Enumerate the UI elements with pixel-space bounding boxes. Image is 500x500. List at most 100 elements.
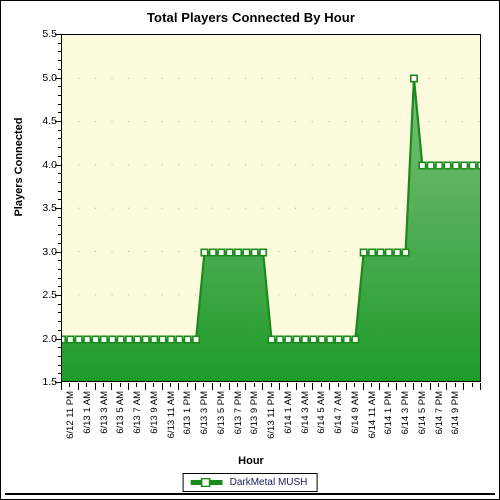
x-axis-minor-tick	[203, 383, 205, 387]
y-axis-tick-label: 5.0	[42, 71, 57, 84]
x-axis-tick	[245, 383, 247, 390]
data-point	[376, 248, 385, 257]
x-axis-tick-label: 6/14 3 PM	[400, 391, 412, 435]
data-point	[83, 335, 92, 344]
x-axis-minor-tick	[354, 383, 356, 387]
x-axis-tick-label: 6/13 3 PM	[199, 391, 211, 435]
data-point	[99, 335, 108, 344]
data-point	[309, 335, 318, 344]
x-axis-tick	[77, 383, 79, 390]
y-axis-tick-label: 3.5	[42, 202, 57, 214]
x-axis-minor-tick	[337, 383, 339, 387]
data-series-darkmetal-mush	[62, 74, 480, 381]
data-point	[284, 335, 293, 344]
x-axis-minor-tick	[86, 383, 88, 387]
x-axis-minor-tick	[186, 383, 188, 387]
data-point	[242, 248, 251, 257]
data-point	[108, 335, 117, 344]
y-axis-tick-label: 2.5	[42, 289, 57, 301]
x-axis-tick-label: 6/14 7 PM	[433, 391, 445, 435]
x-axis-tick	[480, 383, 481, 390]
x-axis-tick	[278, 383, 280, 390]
plot-area	[61, 34, 481, 382]
x-axis-tick	[111, 383, 113, 390]
x-axis-minor-tick	[387, 383, 389, 387]
x-axis-tick-label: 6/12 11 PM	[65, 391, 76, 439]
y-axis-tick-label: 4.5	[42, 115, 57, 127]
data-point	[125, 335, 134, 344]
data-point	[351, 335, 360, 344]
data-point	[116, 335, 125, 344]
data-point	[158, 335, 167, 344]
x-axis-minor-tick	[471, 383, 473, 387]
x-axis-minor-tick	[253, 383, 255, 387]
y-axis-tick-label: 1.5	[42, 376, 57, 388]
data-point	[435, 161, 444, 170]
x-axis-tick	[161, 383, 163, 390]
x-axis-minor-tick	[438, 383, 440, 387]
x-axis-tick-label: 6/14 9 AM	[349, 391, 361, 434]
x-axis-tick	[345, 383, 347, 390]
legend-label: DarkMetal MUSH	[229, 477, 308, 488]
y-axis-tick-label: 2.0	[42, 332, 57, 345]
x-axis-minor-tick	[421, 383, 423, 387]
x-axis-tick-labels: 6/12 11 PM 6/13 1 AM 6/13 3 AM 6/13 5 AM 6/1…	[61, 391, 482, 453]
data-point	[267, 335, 276, 344]
x-axis-tick-label: 6/14 7 AM	[333, 391, 345, 434]
x-axis-tick	[362, 383, 364, 390]
x-axis-tick	[379, 383, 381, 390]
data-point	[451, 161, 460, 170]
data-point	[183, 335, 192, 344]
data-point	[401, 248, 410, 257]
x-axis-minor-tick	[287, 383, 289, 387]
x-axis-tick	[446, 383, 448, 390]
y-axis-tick-label: 3.0	[42, 245, 57, 258]
x-axis-minor-tick	[371, 383, 373, 387]
data-point	[359, 248, 368, 257]
data-point	[460, 161, 469, 170]
data-point	[200, 248, 209, 257]
data-point	[208, 248, 217, 257]
y-axis-tick-labels: 1.5 2.0 2.5 3.0 3.5 4.0 4.5 5.0 5.5	[19, 28, 57, 388]
x-axis-tick	[396, 383, 398, 390]
x-axis-title: Hour	[238, 455, 264, 467]
data-point	[292, 335, 301, 344]
data-point	[334, 335, 343, 344]
y-axis-tick-label: 5.5	[42, 28, 57, 40]
data-point	[468, 161, 477, 170]
data-point	[418, 161, 427, 170]
data-point	[225, 248, 234, 257]
data-point	[317, 335, 326, 344]
data-point	[175, 335, 184, 344]
x-axis-tick	[312, 383, 314, 390]
data-point	[192, 335, 201, 344]
data-point	[233, 248, 242, 257]
data-point	[275, 335, 284, 344]
x-axis-tick	[144, 383, 146, 390]
x-axis-tick-label: 6/13 5 PM	[215, 391, 227, 435]
data-point	[409, 74, 418, 83]
x-axis-tick	[178, 383, 180, 390]
data-point	[384, 248, 393, 257]
x-axis-tick-label: 6/13 7 AM	[132, 391, 144, 434]
bottom-divider	[5, 493, 495, 495]
data-point	[62, 335, 67, 344]
x-axis-tick-label: 6/13 11 PM	[266, 391, 278, 439]
data-point	[217, 248, 226, 257]
x-axis-tick-label: 6/13 3 AM	[98, 391, 110, 434]
data-point	[368, 248, 377, 257]
x-axis-tick	[412, 383, 414, 390]
x-axis-tick	[329, 383, 331, 390]
x-axis-tick	[295, 383, 297, 390]
x-axis-tick-label: 6/14 1 AM	[282, 391, 294, 434]
x-axis-tick	[463, 383, 465, 390]
legend[interactable]: DarkMetal MUSH	[182, 473, 318, 492]
x-axis-minor-tick	[153, 383, 155, 387]
x-axis-minor-tick	[404, 383, 406, 387]
page-title: Total Players Connected By Hour	[146, 10, 355, 25]
x-axis-tick-label: 6/13 9 AM	[148, 391, 160, 434]
data-point	[301, 335, 310, 344]
x-axis-minor-tick	[320, 383, 322, 387]
data-point	[426, 161, 435, 170]
data-point	[259, 248, 268, 257]
